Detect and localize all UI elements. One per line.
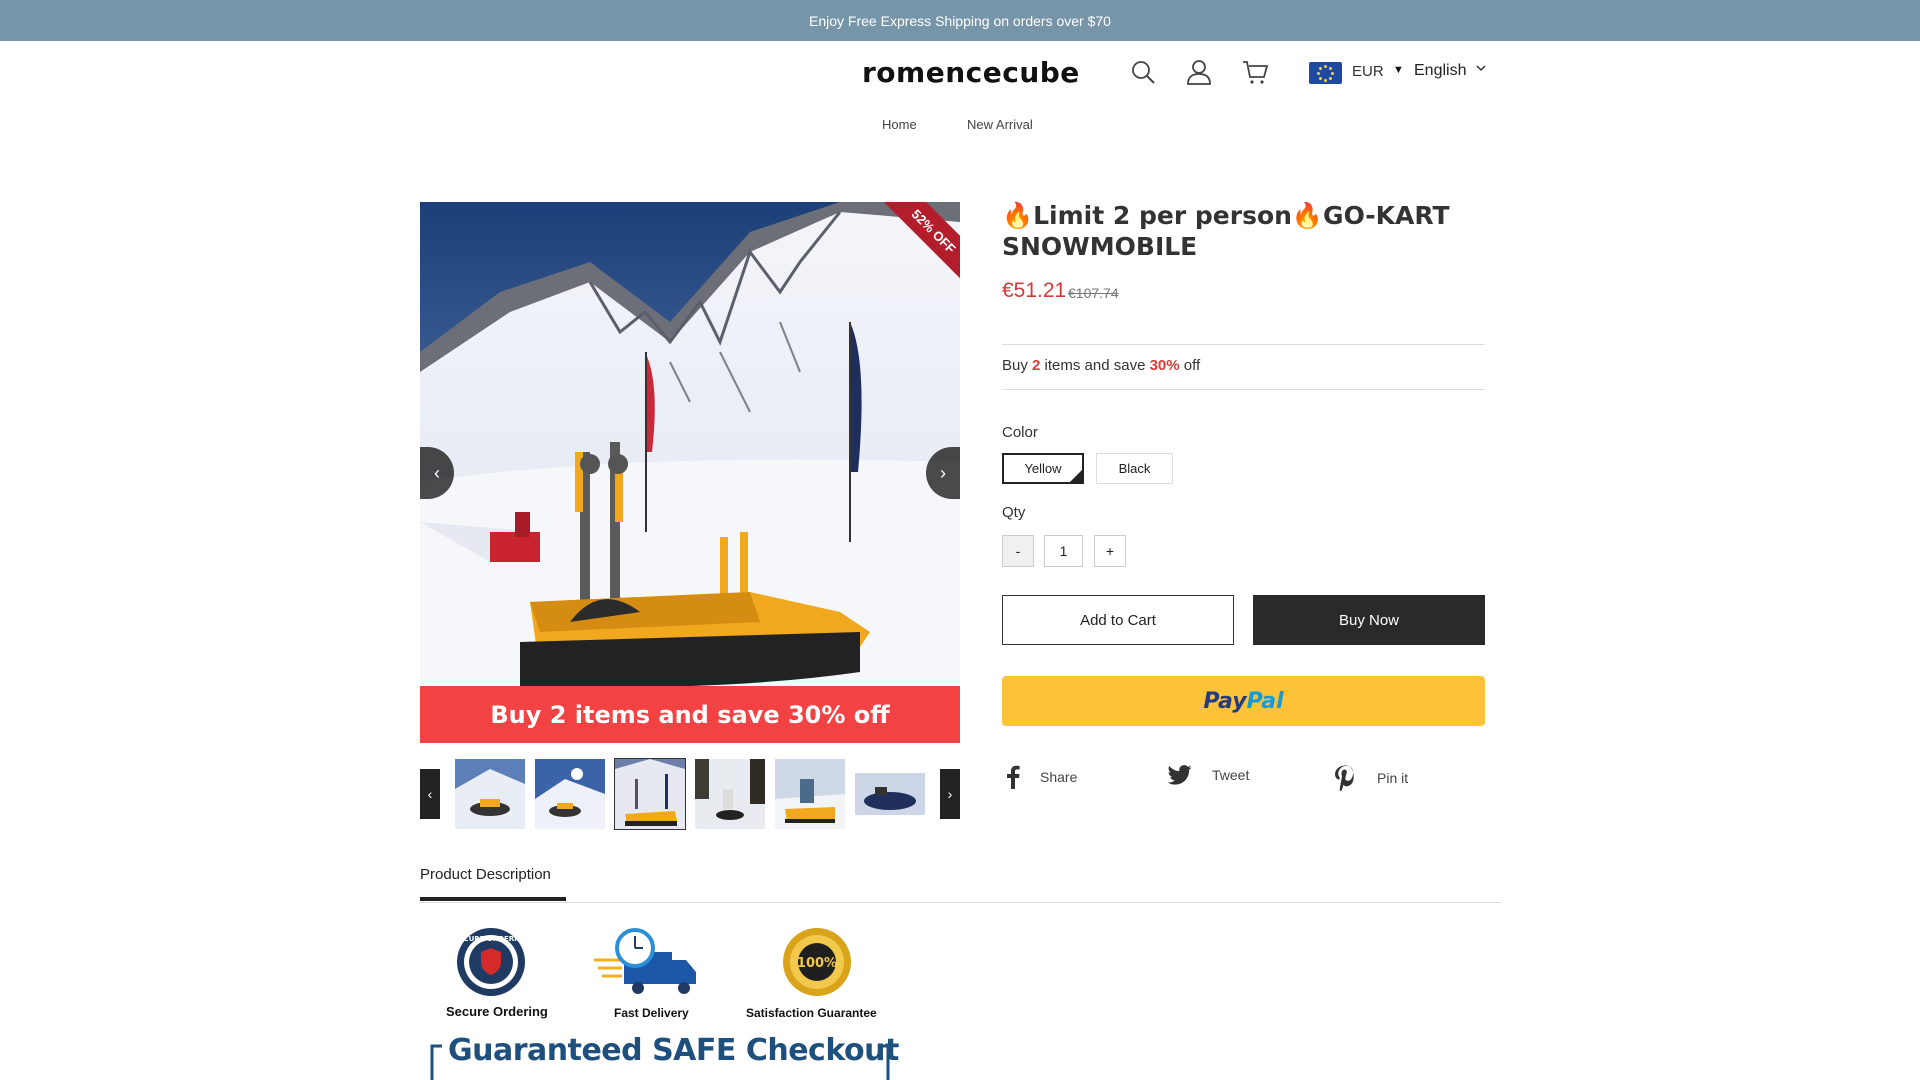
paypal-button[interactable]: Pay Pal bbox=[1002, 676, 1485, 726]
badge-secure-ordering: Secure Ordering bbox=[446, 1004, 548, 1019]
divider bbox=[420, 902, 1501, 903]
chevron-right-icon: › bbox=[947, 786, 953, 802]
nav-home[interactable]: Home bbox=[882, 117, 917, 132]
nav-new-arrival[interactable]: New Arrival bbox=[967, 117, 1033, 132]
language-selector[interactable]: English bbox=[1414, 62, 1466, 80]
fast-delivery-badge-icon bbox=[594, 928, 696, 994]
qty-input[interactable]: 1 bbox=[1044, 535, 1083, 567]
sale-price: €51.21 bbox=[1002, 279, 1067, 302]
discount-ribbon-text: 52% OFF bbox=[880, 202, 960, 282]
share-pinterest[interactable]: Pin it bbox=[1333, 765, 1408, 791]
announcement-text: Enjoy Free Express Shipping on orders ov… bbox=[809, 12, 1111, 29]
twitter-icon bbox=[1168, 765, 1192, 785]
add-to-cart-button[interactable]: Add to Cart bbox=[1002, 595, 1234, 645]
original-price: €107.74 bbox=[1068, 285, 1119, 301]
announcement-bar: Enjoy Free Express Shipping on orders ov… bbox=[0, 0, 1920, 41]
chevron-right-icon: › bbox=[940, 462, 946, 483]
active-tab-indicator bbox=[420, 897, 566, 901]
qty-increase-button[interactable]: + bbox=[1094, 535, 1126, 567]
thumbnail-3[interactable] bbox=[614, 758, 686, 830]
thumbnail-1[interactable] bbox=[455, 759, 525, 829]
account-icon[interactable] bbox=[1185, 58, 1213, 86]
svg-text:SECURE ORDERING: SECURE ORDERING bbox=[455, 935, 527, 943]
safe-checkout-heading: Guaranteed SAFE Checkout bbox=[448, 1033, 899, 1068]
pinterest-icon bbox=[1335, 765, 1354, 791]
svg-text:100%: 100% bbox=[797, 956, 837, 971]
tab-product-description[interactable]: Product Description bbox=[420, 866, 551, 883]
eu-flag-icon[interactable] bbox=[1309, 62, 1342, 84]
currency-chevron-icon[interactable]: ▼ bbox=[1393, 64, 1404, 76]
badge-fast-delivery: Fast Delivery bbox=[614, 1006, 689, 1020]
color-option-yellow[interactable]: Yellow bbox=[1002, 453, 1084, 484]
thumbnails-next-button[interactable]: › bbox=[940, 769, 960, 819]
chevron-left-icon: ‹ bbox=[434, 462, 440, 483]
search-icon[interactable] bbox=[1129, 58, 1157, 86]
qty-label: Qty bbox=[1002, 504, 1026, 521]
qty-decrease-button[interactable]: - bbox=[1002, 535, 1034, 567]
divider bbox=[1002, 389, 1485, 390]
store-logo[interactable]: romencecube bbox=[862, 56, 1080, 89]
currency-selector[interactable]: EUR bbox=[1352, 63, 1384, 80]
thumbnail-5[interactable] bbox=[775, 759, 845, 829]
facebook-icon bbox=[1007, 765, 1020, 789]
product-title: 🔥Limit 2 per person🔥GO-KART SNOWMOBILE bbox=[1002, 201, 1450, 261]
cart-icon[interactable] bbox=[1241, 58, 1269, 86]
language-chevron-icon[interactable] bbox=[1475, 62, 1487, 74]
secure-ordering-badge-icon: SECURE ORDERING bbox=[455, 928, 527, 996]
money-back-guarantee-badge-icon: 100% bbox=[783, 928, 851, 996]
badge-satisfaction-guarantee: Satisfaction Guarantee bbox=[746, 1006, 877, 1020]
thumbnail-4[interactable] bbox=[695, 759, 765, 829]
share-facebook[interactable]: Share bbox=[1006, 765, 1077, 789]
chevron-left-icon: ‹ bbox=[427, 786, 433, 802]
thumbnail-2[interactable] bbox=[535, 759, 605, 829]
snow-mountain-image bbox=[420, 202, 960, 686]
discount-ribbon: 52% OFF bbox=[880, 202, 960, 282]
color-label: Color bbox=[1002, 424, 1038, 441]
promo-banner: Buy 2 items and save 30% off bbox=[420, 686, 960, 743]
buy-now-button[interactable]: Buy Now bbox=[1253, 595, 1485, 645]
selected-check-icon bbox=[1069, 469, 1083, 483]
divider bbox=[1002, 344, 1485, 345]
thumbnails-prev-button[interactable]: ‹ bbox=[420, 769, 440, 819]
product-main-image[interactable]: Buy 2 items and save 30% off bbox=[420, 202, 960, 743]
bundle-offer: Buy 2 items and save 30% off bbox=[1002, 357, 1201, 374]
share-twitter[interactable]: Tweet bbox=[1168, 765, 1249, 785]
thumbnail-6[interactable] bbox=[855, 759, 925, 829]
color-option-black[interactable]: Black bbox=[1096, 453, 1173, 484]
